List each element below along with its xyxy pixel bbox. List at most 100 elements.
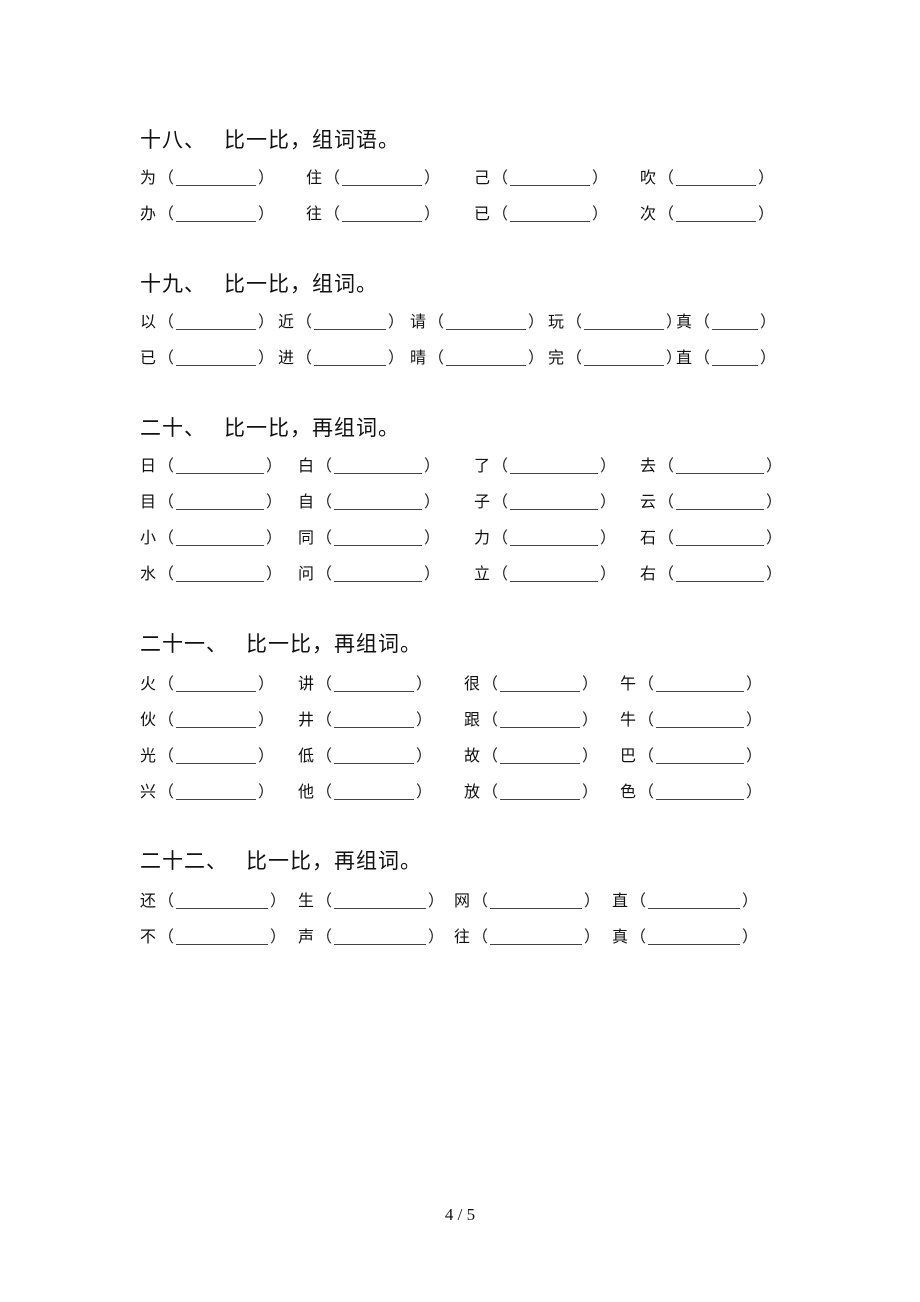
answer-blank[interactable] (490, 892, 583, 909)
answer-blank[interactable] (334, 675, 415, 692)
answer-blank[interactable] (676, 529, 765, 546)
answer-blank[interactable] (676, 205, 757, 222)
character: 放 (464, 782, 481, 801)
word-item: 他（ ） (298, 780, 434, 804)
close-paren: ） (600, 492, 617, 511)
open-paren: （ (158, 492, 175, 511)
answer-blank[interactable] (446, 349, 527, 366)
word-item: 力（ ） (474, 526, 618, 550)
answer-blank[interactable] (334, 928, 427, 945)
open-paren: （ (158, 204, 175, 223)
open-paren: （ (638, 782, 655, 801)
close-paren: ） (742, 927, 759, 946)
answer-blank[interactable] (176, 349, 257, 366)
word-item: 办（ ） (140, 202, 276, 226)
answer-blank[interactable] (656, 783, 745, 800)
answer-blank[interactable] (334, 711, 415, 728)
answer-blank[interactable] (490, 928, 583, 945)
close-paren: ） (424, 564, 441, 583)
answer-blank[interactable] (510, 205, 591, 222)
answer-blank[interactable] (446, 313, 527, 330)
open-paren: （ (158, 348, 175, 367)
answer-blank[interactable] (314, 349, 387, 366)
answer-blank[interactable] (176, 493, 265, 510)
answer-blank[interactable] (510, 457, 599, 474)
close-paren: ） (760, 312, 777, 331)
answer-blank[interactable] (334, 783, 415, 800)
answer-blank[interactable] (648, 892, 741, 909)
answer-blank[interactable] (500, 783, 581, 800)
word-item: 已（ ） (474, 202, 610, 226)
open-paren: （ (158, 674, 175, 693)
answer-blank[interactable] (676, 169, 757, 186)
word-item: 请（ ） (410, 310, 546, 334)
answer-blank[interactable] (510, 565, 599, 582)
answer-blank[interactable] (334, 892, 427, 909)
answer-blank[interactable] (584, 313, 665, 330)
character: 往 (306, 204, 323, 223)
close-paren: ） (424, 168, 441, 187)
answer-blank[interactable] (648, 928, 741, 945)
word-item: 进（ ） (278, 346, 406, 370)
answer-blank[interactable] (676, 565, 765, 582)
close-paren: ） (258, 168, 275, 187)
close-paren: ） (528, 348, 545, 367)
answer-blank[interactable] (176, 892, 269, 909)
answer-blank[interactable] (510, 493, 599, 510)
word-item: 问（ ） (298, 562, 442, 586)
answer-blank[interactable] (500, 747, 581, 764)
answer-blank[interactable] (334, 747, 415, 764)
open-paren: （ (658, 204, 675, 223)
answer-blank[interactable] (656, 747, 745, 764)
answer-blank[interactable] (176, 783, 257, 800)
answer-blank[interactable] (176, 675, 257, 692)
character: 以 (140, 312, 157, 331)
answer-blank[interactable] (510, 529, 599, 546)
answer-blank[interactable] (176, 747, 257, 764)
character: 为 (140, 168, 157, 187)
answer-blank[interactable] (176, 457, 265, 474)
answer-blank[interactable] (342, 169, 423, 186)
answer-blank[interactable] (656, 675, 745, 692)
character: 巴 (620, 746, 637, 765)
answer-blank[interactable] (676, 493, 765, 510)
answer-blank[interactable] (712, 349, 759, 366)
answer-blank[interactable] (176, 313, 257, 330)
open-paren: （ (316, 528, 333, 547)
page-number: 4 / 5 (444, 1205, 476, 1224)
answer-blank[interactable] (176, 711, 257, 728)
close-paren: ） (388, 312, 405, 331)
answer-blank[interactable] (334, 457, 423, 474)
answer-blank[interactable] (176, 928, 269, 945)
answer-blank[interactable] (176, 205, 257, 222)
word-item: 近（ ） (278, 310, 406, 334)
close-paren: ） (746, 674, 763, 693)
answer-blank[interactable] (334, 565, 423, 582)
answer-blank[interactable] (510, 169, 591, 186)
answer-blank[interactable] (334, 529, 423, 546)
close-paren: ） (600, 456, 617, 475)
answer-blank[interactable] (712, 313, 759, 330)
answer-blank[interactable] (176, 529, 265, 546)
close-paren: ） (258, 312, 275, 331)
answer-blank[interactable] (334, 493, 423, 510)
word-item: 完（） (548, 346, 684, 370)
answer-blank[interactable] (176, 565, 265, 582)
open-paren: （ (158, 456, 175, 475)
close-paren: ） (258, 782, 275, 801)
answer-blank[interactable] (176, 169, 257, 186)
open-paren: （ (158, 782, 175, 801)
close-paren: ） (758, 168, 775, 187)
answer-blank[interactable] (500, 711, 581, 728)
answer-blank[interactable] (342, 205, 423, 222)
answer-blank[interactable] (584, 349, 665, 366)
character: 问 (298, 564, 315, 583)
answer-blank[interactable] (500, 675, 581, 692)
word-item: 玩（） (548, 310, 684, 334)
word-item: 井（ ） (298, 708, 434, 732)
open-paren: （ (658, 492, 675, 511)
answer-blank[interactable] (656, 711, 745, 728)
answer-blank[interactable] (676, 457, 765, 474)
answer-blank[interactable] (314, 313, 387, 330)
close-paren: ） (266, 456, 283, 475)
